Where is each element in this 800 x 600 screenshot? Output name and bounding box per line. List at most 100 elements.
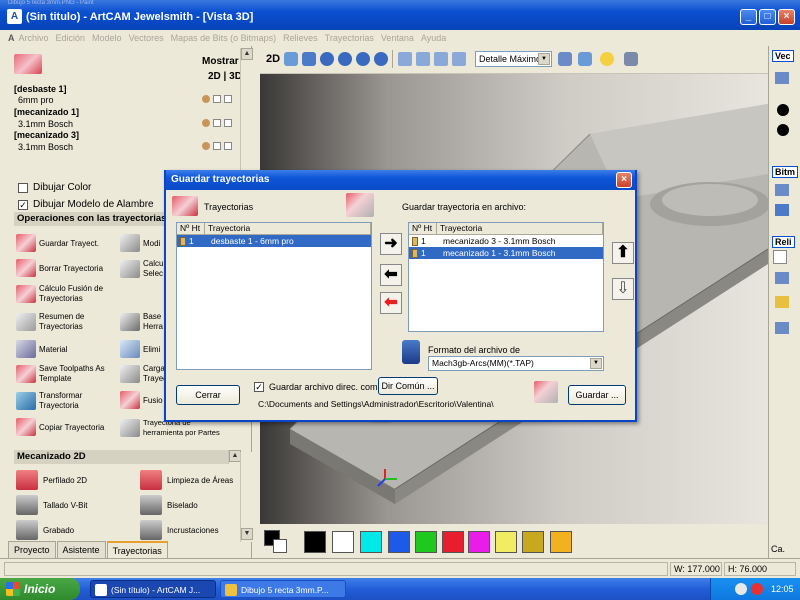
vectors-panel-label[interactable]: Vec xyxy=(772,50,794,62)
color-swatch[interactable] xyxy=(522,531,544,553)
front-view-icon[interactable] xyxy=(434,52,448,66)
mode-2d-3d[interactable]: 2D | 3D xyxy=(208,71,242,82)
color-swatch[interactable] xyxy=(360,531,382,553)
tab-proyecto[interactable]: Proyecto xyxy=(8,541,56,558)
resumen-trayectorias-op[interactable]: Resumen de Trayectorias xyxy=(16,312,84,332)
guardar-trayect-op[interactable]: Guardar Trayect. xyxy=(16,234,99,252)
chevron-down-icon[interactable]: ▼ xyxy=(590,358,602,369)
col-nht-header[interactable]: Nº Ht xyxy=(409,223,437,234)
relief-tool-icon[interactable] xyxy=(775,322,789,334)
guardar-dir-comun-option[interactable]: ✓ Guardar archivo direc. comú xyxy=(254,382,383,392)
menu-mapas-de-bits[interactable]: Mapas de Bits (o Bitmaps) xyxy=(171,33,277,43)
zoom-window-icon[interactable] xyxy=(374,52,388,66)
tray-security-icon[interactable] xyxy=(751,583,763,595)
reliefs-panel-label[interactable]: Reli xyxy=(772,236,795,248)
dibujar-modelo-option[interactable]: ✓ Dibujar Modelo de Alambre xyxy=(18,199,154,210)
mec2d-scrollbar[interactable]: ▼ xyxy=(240,452,253,542)
save-toolpaths-template-op[interactable]: Save Toolpaths As Template xyxy=(16,364,105,384)
incrustaciones-op[interactable]: Incrustaciones xyxy=(140,520,219,540)
list-item[interactable]: 1 mecanizado 1 - 3.1mm Bosch xyxy=(409,247,603,259)
menu-ayuda[interactable]: Ayuda xyxy=(421,33,446,43)
toolpath-name[interactable]: [mecanizado 1] xyxy=(14,107,79,117)
taskbar-item-paint[interactable]: Dibujo 5 recta 3mm.P... xyxy=(220,580,346,598)
start-button[interactable]: Inicio xyxy=(0,578,80,600)
color-swatch[interactable] xyxy=(468,531,490,553)
modificar-op[interactable]: Modi xyxy=(120,234,160,252)
vector-tool-icon[interactable] xyxy=(775,72,789,84)
transformar-trayectoria-op[interactable]: Transformar Trayectoria xyxy=(16,391,82,411)
move-right-button[interactable]: ➜ xyxy=(380,233,402,255)
relief-tool-icon[interactable] xyxy=(775,272,789,284)
doc-menu-icon[interactable]: A xyxy=(8,33,15,43)
toolpath-name[interactable]: [mecanizado 3] xyxy=(14,130,79,140)
dibujar-color-checkbox[interactable] xyxy=(18,182,28,193)
menu-relieves[interactable]: Relieves xyxy=(283,33,318,43)
menu-archivo[interactable]: Archivo xyxy=(19,33,49,43)
toolpath-show-controls[interactable] xyxy=(202,119,232,127)
scroll-up-icon[interactable]: ▲ xyxy=(241,48,253,60)
show-2d-checkbox[interactable] xyxy=(213,119,221,127)
show-3d-checkbox[interactable] xyxy=(224,142,232,150)
menu-modelo[interactable]: Modelo xyxy=(92,33,122,43)
minimize-button[interactable]: _ xyxy=(740,9,757,25)
scroll-down-icon[interactable]: ▼ xyxy=(241,528,253,540)
black-dot-icon[interactable] xyxy=(777,124,789,136)
borrar-trayectoria-op[interactable]: Borrar Trayectoria xyxy=(16,259,103,277)
move-down-button[interactable]: ⇩ xyxy=(612,278,634,300)
grabado-op[interactable]: Grabado xyxy=(16,520,74,540)
axis-icon[interactable] xyxy=(578,52,592,66)
dibujar-modelo-checkbox[interactable]: ✓ xyxy=(18,199,28,210)
color-swatch[interactable] xyxy=(415,531,437,553)
render-mode-icon[interactable] xyxy=(558,52,572,66)
relief-tool-icon[interactable] xyxy=(775,296,789,308)
cerrar-button[interactable]: Cerrar xyxy=(176,385,240,405)
col-trayectoria-header[interactable]: Trayectoria xyxy=(437,223,603,234)
primary-color-indicator[interactable] xyxy=(264,530,288,554)
zoom-in-icon[interactable] xyxy=(320,52,334,66)
limpieza-areas-op[interactable]: Limpieza de Áreas xyxy=(140,470,233,490)
top-view-icon[interactable] xyxy=(416,52,430,66)
dir-comun-button[interactable]: Dir Común ... xyxy=(378,377,438,395)
menu-ventana[interactable]: Ventana xyxy=(381,33,414,43)
dialog-close-button[interactable]: × xyxy=(616,172,632,188)
relief-select-box[interactable] xyxy=(773,250,787,264)
chevron-down-icon[interactable]: ▼ xyxy=(538,53,550,65)
pan-view-icon[interactable] xyxy=(302,52,316,66)
base-herramientas-op[interactable]: Base Herra xyxy=(120,312,163,332)
col-nht-header[interactable]: Nº Ht xyxy=(177,223,205,234)
view-2d-button[interactable]: 2D xyxy=(266,53,280,65)
perfilado-2d-op[interactable]: Perfilado 2D xyxy=(16,470,87,490)
dibujar-color-option[interactable]: Dibujar Color xyxy=(18,182,91,193)
guardar-button[interactable]: Guardar ... xyxy=(568,385,626,405)
tab-asistente[interactable]: Asistente xyxy=(56,541,106,558)
black-dot-icon[interactable] xyxy=(777,104,789,116)
close-button[interactable]: × xyxy=(778,9,795,25)
col-trayectoria-header[interactable]: Trayectoria xyxy=(205,223,371,234)
move-left-button[interactable]: ⬅ xyxy=(380,264,402,286)
available-toolpaths-list[interactable]: Nº Ht Trayectoria 1 desbaste 1 - 6mm pro xyxy=(176,222,372,370)
toolpath-show-controls[interactable] xyxy=(202,142,232,150)
mec2d-collapse[interactable]: ▲ xyxy=(228,450,241,464)
format-select[interactable]: Mach3gb-Arcs(MM)(*.TAP) ▼ xyxy=(428,356,604,371)
cargar-trayectoria-op[interactable]: Carga Trayec xyxy=(120,364,167,384)
fusionar-op[interactable]: Fusio xyxy=(120,391,163,409)
save-toolpaths-list[interactable]: Nº Ht Trayectoria 1 mecanizado 3 - 3.1mm… xyxy=(408,222,604,332)
color-swatch[interactable] xyxy=(442,531,464,553)
light-bulb-icon[interactable] xyxy=(600,52,614,66)
tallado-vbit-op[interactable]: Tallado V-Bit xyxy=(16,495,87,515)
maximize-button[interactable]: □ xyxy=(759,9,776,25)
show-2d-checkbox[interactable] xyxy=(213,142,221,150)
copiar-trayectoria-op[interactable]: Copiar Trayectoria xyxy=(16,418,104,436)
color-swatch[interactable] xyxy=(388,531,410,553)
zoom-out-icon[interactable] xyxy=(338,52,352,66)
biselado-op[interactable]: Biselado xyxy=(140,495,198,515)
show-3d-checkbox[interactable] xyxy=(224,119,232,127)
color-swatch[interactable] xyxy=(495,531,517,553)
artcam-app-icon[interactable]: A xyxy=(7,9,22,24)
bitmap-tool-icon[interactable] xyxy=(775,184,789,196)
menu-vectores[interactable]: Vectores xyxy=(129,33,164,43)
move-up-button[interactable]: ⬆ xyxy=(612,242,634,264)
menu-trayectorias[interactable]: Trayectorias xyxy=(325,33,374,43)
bitmap-tool-icon[interactable] xyxy=(775,204,789,216)
move-all-left-button[interactable]: ⬅ xyxy=(380,292,402,314)
